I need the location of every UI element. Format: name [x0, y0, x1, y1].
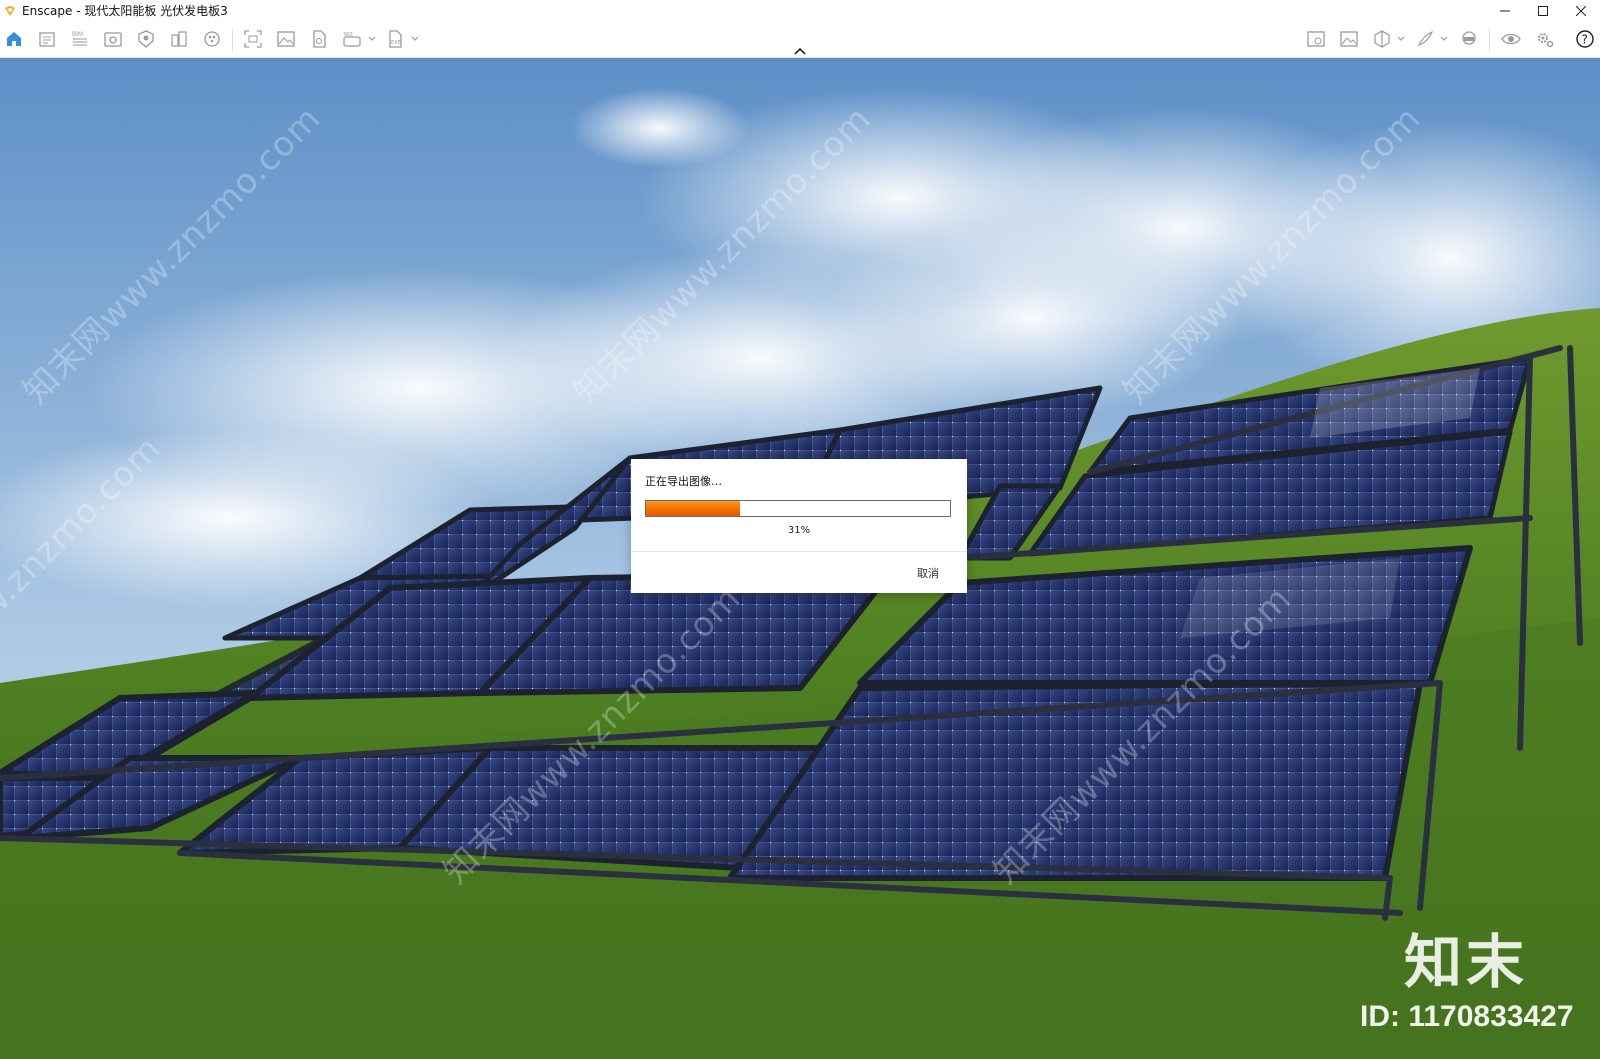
gallery-button[interactable] [1338, 28, 1360, 50]
settings-icon [1538, 33, 1554, 48]
chevron-down-icon[interactable] [1440, 35, 1448, 43]
image-icon [277, 31, 295, 47]
toolbar: BIM 360 EXE ? [0, 21, 1600, 58]
panorama-button[interactable]: 360 [341, 28, 363, 50]
cube-icon [1374, 30, 1390, 48]
minimize-icon [1500, 10, 1510, 11]
help-icon: ? [1576, 30, 1594, 48]
bim-button[interactable]: BIM [69, 28, 91, 50]
brush-icon [1417, 30, 1434, 47]
minimize-button[interactable] [1486, 0, 1524, 21]
close-button[interactable] [1562, 0, 1600, 21]
document-button[interactable] [36, 28, 58, 50]
exe-export-icon: EXE [389, 30, 402, 48]
export-button[interactable] [308, 28, 330, 50]
buildings-icon [171, 31, 187, 47]
chevron-down-icon[interactable] [368, 35, 376, 43]
buildings-button[interactable] [168, 28, 190, 50]
toolbar-separator [232, 29, 233, 51]
vr-headset-icon [1462, 31, 1476, 45]
dialog-title: 正在导出图像… [645, 475, 722, 488]
exe-export-button[interactable]: EXE [384, 28, 406, 50]
home-icon [7, 32, 21, 46]
eye-icon [1501, 33, 1521, 45]
materials-icon [204, 31, 220, 47]
toolbar-separator [1489, 29, 1490, 51]
asset-library-icon [138, 30, 154, 48]
screenshot-icon [244, 30, 262, 48]
progress-percent: 31% [787, 525, 811, 536]
progress-bar [645, 500, 951, 517]
panorama-icon: 360 [343, 32, 361, 47]
watermark-brand: 知末 [1404, 928, 1529, 996]
capture-button[interactable] [1305, 28, 1327, 50]
gallery-icon [1340, 31, 1358, 47]
cancel-button[interactable]: 取消 [917, 565, 939, 581]
export-progress-dialog: 正在导出图像… 31% 取消 [631, 459, 967, 593]
maximize-icon [1538, 5, 1548, 16]
svg-text:EXE: EXE [391, 40, 401, 46]
document-icon [39, 32, 55, 47]
cube-button[interactable] [1371, 28, 1393, 50]
image-button[interactable] [275, 28, 297, 50]
chevron-up-icon[interactable] [793, 46, 807, 56]
dialog-divider [631, 551, 967, 552]
maximize-button[interactable] [1524, 0, 1562, 21]
vr-headset-button[interactable] [1458, 28, 1480, 50]
window-title: Enscape - 现代太阳能板 光伏发电板3 [22, 4, 228, 18]
settings-button[interactable] [1534, 28, 1556, 50]
asset-library-button[interactable] [135, 28, 157, 50]
window-controls [1486, 0, 1600, 21]
eye-button[interactable] [1500, 28, 1522, 50]
title-bar: Enscape - 现代太阳能板 光伏发电板3 [0, 0, 1600, 21]
chevron-down-icon[interactable] [1397, 35, 1405, 43]
home-button[interactable] [3, 28, 25, 50]
capture-icon [1307, 31, 1325, 47]
screenshot-button[interactable] [242, 28, 264, 50]
close-icon [1576, 5, 1586, 16]
progress-fill [646, 501, 741, 516]
svg-text:?: ? [1582, 33, 1588, 47]
enscape-logo-icon [5, 5, 15, 16]
brush-button[interactable] [1414, 28, 1436, 50]
bim-icon: BIM [72, 31, 87, 46]
svg-text:BIM: BIM [72, 31, 83, 38]
materials-button[interactable] [201, 28, 223, 50]
view-icon [104, 32, 122, 47]
view-button[interactable] [102, 28, 124, 50]
chevron-down-icon[interactable] [411, 35, 419, 43]
help-button[interactable]: ? [1574, 28, 1596, 50]
export-icon [313, 30, 326, 48]
watermark-id: ID: 1170833427 [1360, 1000, 1574, 1033]
